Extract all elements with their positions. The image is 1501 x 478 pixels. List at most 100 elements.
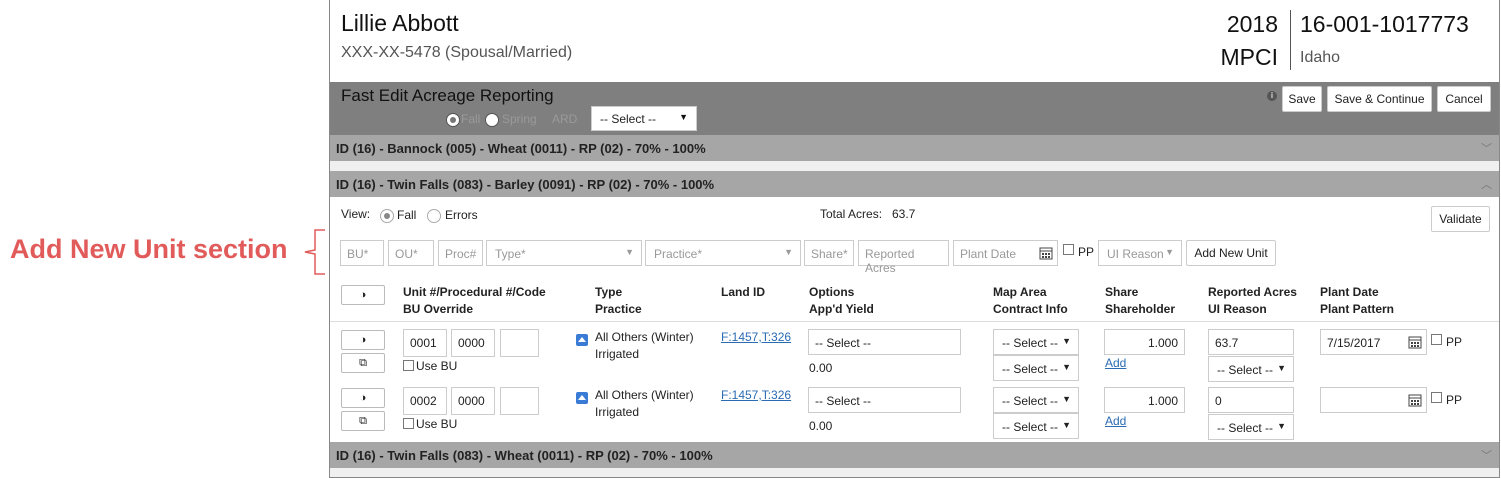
fall-radio[interactable]	[446, 113, 460, 127]
copy-icon[interactable]: ⧉	[341, 353, 385, 373]
spring-radio[interactable]	[485, 113, 499, 127]
chevron-down-icon: ▼	[1277, 363, 1286, 373]
add-shareholder-link[interactable]: Add	[1105, 356, 1126, 370]
code-input[interactable]	[500, 329, 539, 357]
proc-input[interactable]: 0000	[451, 387, 495, 415]
share-input[interactable]: Share*	[804, 240, 854, 266]
land-id-link[interactable]: F:1457,T:326	[721, 330, 791, 344]
reported-acres-input[interactable]: 63.7	[1208, 329, 1294, 355]
add-shareholder-link[interactable]: Add	[1105, 414, 1126, 428]
type-text: All Others (Winter)	[595, 388, 694, 402]
proc-input[interactable]: Proc#	[438, 240, 483, 266]
save-button[interactable]: Save	[1282, 86, 1322, 112]
reported-acres-input[interactable]: 0	[1208, 387, 1294, 413]
insured-name: Lillie Abbott	[341, 10, 459, 36]
plant-date-input[interactable]: 7/15/2017	[1320, 329, 1427, 355]
chevron-down-icon: ﹀	[1481, 450, 1492, 462]
contrast-icon[interactable]: ◑	[341, 330, 385, 350]
ui-reason-value: -- Select --	[1217, 421, 1274, 435]
land-id-link[interactable]: F:1457,T:326	[721, 388, 791, 402]
toolbar: Fast Edit Acreage Reporting Fall Spring …	[330, 82, 1499, 135]
chevron-down-icon: ▼	[1277, 421, 1286, 431]
group-header[interactable]: ID (16) - Twin Falls (083) - Barley (009…	[330, 171, 1499, 197]
map-area-value: -- Select --	[1002, 336, 1059, 350]
view-fall-radio[interactable]	[380, 209, 394, 223]
ard-label: ARD	[552, 112, 578, 126]
type-select[interactable]: Type* ▼	[486, 240, 642, 266]
code-input[interactable]	[500, 387, 539, 415]
plant-date-input[interactable]: Plant Date	[953, 240, 1058, 266]
col-map-area: Map Area Contract Info	[993, 285, 1068, 316]
ui-reason-select[interactable]: UI Reason ▼	[1098, 240, 1182, 266]
info-icon[interactable]: i	[1267, 91, 1277, 101]
proc-input[interactable]: 0000	[451, 329, 495, 357]
col-reported-acres: Reported Acres UI Reason	[1208, 285, 1297, 316]
practice-text: Irrigated	[595, 347, 640, 361]
plant-date-placeholder: Plant Date	[960, 247, 1017, 261]
chevron-down-icon: ▼	[1062, 394, 1071, 404]
chevron-down-icon: ▼	[679, 112, 688, 122]
reported-acres-input[interactable]: Reported Acres	[858, 240, 949, 275]
ou-input[interactable]: OU*	[388, 240, 434, 266]
plant-date-value: 7/15/2017	[1327, 336, 1381, 350]
contract-info-value: -- Select --	[1002, 362, 1059, 376]
pp-checkbox[interactable]	[1431, 392, 1442, 403]
col-type: Type Practice	[595, 285, 642, 316]
col-share: Share Shareholder	[1105, 285, 1176, 316]
cancel-button[interactable]: Cancel	[1437, 86, 1491, 112]
calendar-icon[interactable]	[1039, 246, 1053, 260]
appd-yield-text: 0.00	[809, 361, 833, 375]
copy-icon[interactable]: ⧉	[341, 411, 385, 431]
total-acres-label: Total Acres:	[820, 207, 883, 221]
ui-reason-select-value: UI Reason	[1107, 247, 1164, 261]
col-land-id: Land ID	[721, 285, 765, 299]
unit-input[interactable]: 0002	[403, 387, 447, 415]
view-errors-radio[interactable]	[427, 209, 441, 223]
plant-date-input[interactable]	[1320, 387, 1427, 413]
contract-info-value: -- Select --	[1002, 420, 1059, 434]
ard-select[interactable]: -- Select -- ▼	[591, 106, 697, 131]
validate-button[interactable]: Validate	[1431, 206, 1490, 232]
annotation-bracket	[304, 229, 325, 275]
group-title: ID (16) - Twin Falls (083) - Barley (009…	[336, 177, 715, 192]
contract-info-select[interactable]: -- Select -- ▼	[993, 413, 1079, 439]
pp-checkbox[interactable]	[1431, 334, 1442, 345]
save-continue-button[interactable]: Save & Continue	[1327, 86, 1432, 112]
contrast-icon[interactable]: ◑	[341, 285, 385, 305]
unit-input[interactable]: 0001	[403, 329, 447, 357]
share-input[interactable]: 1.000	[1104, 387, 1185, 413]
contract-info-select[interactable]: -- Select -- ▼	[993, 355, 1079, 381]
use-bu-checkbox[interactable]	[403, 418, 414, 429]
options-select[interactable]: -- Select --	[808, 387, 961, 413]
total-acres-value: 63.7	[892, 207, 916, 221]
bu-input[interactable]: BU*	[340, 240, 384, 266]
col-plant-date: Plant Date Plant Pattern	[1320, 285, 1395, 316]
spring-label: Spring	[502, 112, 537, 126]
use-bu-checkbox[interactable]	[403, 360, 414, 371]
policy-number: 16-001-1017773	[1300, 11, 1469, 37]
insured-ssn: XXX-XX-5478 (Spousal/Married)	[341, 44, 573, 61]
ard-select-value: -- Select --	[600, 112, 657, 126]
map-area-select[interactable]: -- Select -- ▼	[993, 329, 1079, 355]
ui-reason-select[interactable]: -- Select -- ▼	[1208, 414, 1294, 440]
options-select[interactable]: -- Select --	[808, 329, 961, 355]
contrast-icon[interactable]: ◑	[341, 388, 385, 408]
share-input[interactable]: 1.000	[1104, 329, 1185, 355]
ui-reason-select[interactable]: -- Select -- ▼	[1208, 356, 1294, 382]
header-divider-line	[330, 321, 1499, 322]
group-header[interactable]: ID (16) - Bannock (005) - Wheat (0011) -…	[330, 135, 1499, 161]
calendar-icon[interactable]	[1408, 393, 1422, 407]
annotation-label: Add New Unit section	[10, 234, 288, 264]
expand-icon[interactable]	[576, 334, 588, 346]
add-new-unit-button[interactable]: Add New Unit	[1186, 240, 1276, 266]
group-header[interactable]: ID (16) - Twin Falls (083) - Wheat (0011…	[330, 442, 1499, 468]
expand-icon[interactable]	[576, 392, 588, 404]
chevron-down-icon: ▼	[625, 247, 634, 257]
map-area-select[interactable]: -- Select -- ▼	[993, 387, 1079, 413]
practice-select[interactable]: Practice* ▼	[645, 240, 801, 266]
view-errors-label: Errors	[445, 208, 478, 222]
plan-type: MPCI	[1220, 44, 1279, 70]
calendar-icon[interactable]	[1408, 335, 1422, 349]
pp-checkbox[interactable]	[1063, 244, 1074, 255]
use-bu-label: Use BU	[416, 359, 458, 373]
